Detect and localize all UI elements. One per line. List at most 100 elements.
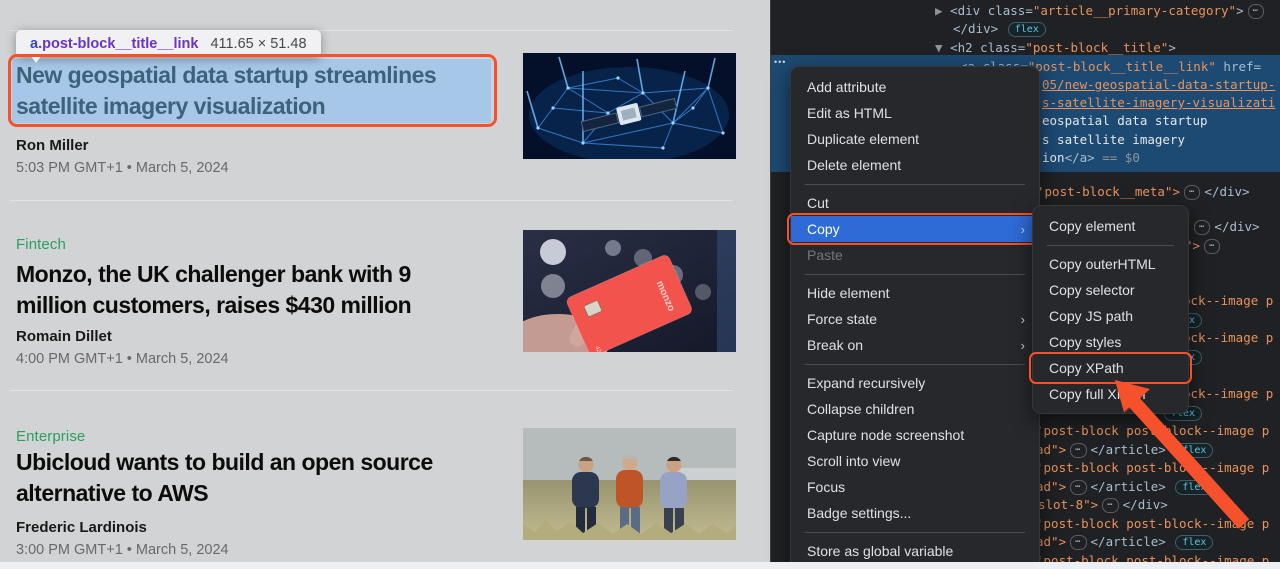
- flex-badge[interactable]: flex: [1007, 22, 1046, 37]
- code-token: ad">: [1036, 479, 1067, 494]
- code-token: eospatial data startup: [1042, 113, 1208, 128]
- submenu-chevron-icon: ›: [1020, 311, 1025, 327]
- submenu-chevron-icon: ›: [1020, 221, 1025, 237]
- context-menu-item-hide-element[interactable]: Hide element: [791, 280, 1039, 306]
- submenu-item-copy-js-path[interactable]: Copy JS path: [1033, 303, 1188, 329]
- code-line[interactable]: </div> flex: [953, 20, 1048, 37]
- code-token: >: [1236, 3, 1244, 18]
- code-line[interactable]: ad"> ⋯ </article> flex: [1036, 441, 1215, 458]
- tooltip-class: .post-block__title__link: [38, 35, 199, 52]
- menu-item-label: Copy selector: [1049, 282, 1135, 298]
- more-attributes-badge[interactable]: ⋯: [1204, 239, 1221, 254]
- menu-item-label: Capture node screenshot: [807, 427, 965, 443]
- context-menu-item-delete-element[interactable]: Delete element: [791, 152, 1039, 178]
- context-menu-item-expand-recursively[interactable]: Expand recursively: [791, 370, 1039, 396]
- code-token: == $0: [1094, 150, 1140, 165]
- code-line[interactable]: 'post-block__meta"> ⋯ </div>: [1037, 183, 1250, 200]
- code-token: 'post-block post-block--image p: [1036, 516, 1270, 531]
- menu-separator: [791, 178, 1039, 190]
- context-menu-item-paste: Paste: [791, 242, 1039, 268]
- menu-separator: [1033, 239, 1188, 251]
- menu-item-label: Paste: [807, 247, 843, 263]
- context-menu-item-collapse-children[interactable]: Collapse children: [791, 396, 1039, 422]
- context-menu-item-break-on[interactable]: Break on ›: [791, 332, 1039, 358]
- menu-separator: [791, 268, 1039, 280]
- context-menu-item-scroll-into-view[interactable]: Scroll into view: [791, 448, 1039, 474]
- more-attributes-badge[interactable]: ⋯: [1247, 4, 1265, 19]
- window-bottom-edge: [0, 562, 1280, 569]
- submenu-item-copy-outerhtml[interactable]: Copy outerHTML: [1033, 251, 1188, 277]
- code-token: </div>: [1122, 497, 1168, 512]
- more-attributes-badge[interactable]: ⋯: [1070, 443, 1087, 458]
- code-token: <h2 class=: [950, 40, 1026, 55]
- context-menu-item-edit-as-html[interactable]: Edit as HTML: [791, 100, 1039, 126]
- more-attributes-badge[interactable]: ⋯: [1184, 185, 1201, 200]
- code-token: s-satellite-imagery-visualizati: [1042, 95, 1276, 110]
- code-token: s satellite imagery: [1042, 132, 1185, 147]
- flex-badge[interactable]: flex: [1175, 535, 1214, 550]
- code-token: ▶: [935, 3, 951, 18]
- code-token: slot-8">: [1038, 497, 1099, 512]
- code-line[interactable]: ▼ <h2 class="post-block__title">: [935, 39, 1176, 56]
- menu-item-label: Cut: [807, 195, 829, 211]
- more-attributes-badge[interactable]: ⋯: [1194, 220, 1211, 235]
- code-line[interactable]: 'post-block post-block--image p: [1036, 459, 1269, 476]
- context-menu-item-copy[interactable]: Copy ›: [787, 213, 1043, 245]
- submenu-item-copy-styles[interactable]: Copy styles: [1033, 329, 1188, 355]
- menu-item-label: Copy: [807, 221, 840, 237]
- submenu-item-copy-full-xpath[interactable]: Copy full XPath: [1033, 381, 1188, 407]
- context-menu-item-focus[interactable]: Focus: [791, 474, 1039, 500]
- menu-item-label: Copy styles: [1049, 334, 1122, 350]
- context-menu-item-cut[interactable]: Cut: [791, 190, 1039, 216]
- menu-item-label: Duplicate element: [807, 131, 920, 147]
- submenu-chevron-icon: ›: [1020, 337, 1025, 353]
- submenu-item-copy-xpath[interactable]: Copy XPath: [1029, 352, 1192, 384]
- code-token: 'post-block__meta">: [1037, 184, 1180, 199]
- flex-badge[interactable]: flex: [1175, 443, 1214, 458]
- code-line[interactable]: ⋯ </div>: [1190, 218, 1260, 235]
- menu-item-label: Edit as HTML: [807, 105, 892, 121]
- code-line[interactable]: ad"> ⋯ </article> flex: [1036, 533, 1215, 550]
- code-token: 'post-block post-block--image p: [1036, 460, 1270, 475]
- tooltip-dimensions: 411.65 × 51.48: [210, 35, 307, 52]
- context-menu-item-store-as-global-variable[interactable]: Store as global variable: [791, 538, 1039, 564]
- code-token: </div>: [1204, 184, 1250, 199]
- code-token: </article>: [1090, 479, 1174, 494]
- code-line[interactable]: slot-8"> ⋯ </div>: [1038, 496, 1168, 513]
- context-menu-item-capture-node-screenshot[interactable]: Capture node screenshot: [791, 422, 1039, 448]
- menu-item-label: Copy full XPath: [1049, 386, 1146, 402]
- code-token: ad">: [1036, 534, 1067, 549]
- context-menu-item-duplicate-element[interactable]: Duplicate element: [791, 126, 1039, 152]
- code-token: <div class=: [950, 3, 1033, 18]
- code-line[interactable]: 'post-block post-block--image p: [1036, 515, 1269, 532]
- more-attributes-badge[interactable]: ⋯: [1070, 480, 1087, 495]
- code-line[interactable]: 05/new-geospatial-data-startup-: [1042, 76, 1275, 93]
- context-menu-item-force-state[interactable]: Force state ›: [791, 306, 1039, 332]
- code-line[interactable]: ad"> ⋯ </article> flex: [1036, 478, 1215, 495]
- code-token: </div>: [953, 21, 1006, 36]
- more-attributes-badge[interactable]: ⋯: [1102, 498, 1119, 513]
- code-token: </a>: [1064, 150, 1095, 165]
- context-menu-item-badge-settings[interactable]: Badge settings...: [791, 500, 1039, 526]
- code-line[interactable]: 'post-block post-block--image p: [1036, 422, 1269, 439]
- more-attributes-badge[interactable]: ⋯: [1070, 535, 1087, 550]
- code-token: 05/new-geospatial-data-startup-: [1042, 77, 1276, 92]
- code-line[interactable]: ion</a> == $0: [1042, 149, 1140, 166]
- code-token: ion: [1042, 150, 1065, 165]
- menu-item-label: Focus: [807, 479, 846, 495]
- code-token: </div>: [1214, 219, 1260, 234]
- submenu-item-copy-selector[interactable]: Copy selector: [1033, 277, 1188, 303]
- code-line[interactable]: "> ⋯: [1185, 237, 1224, 254]
- menu-item-label: Expand recursively: [807, 375, 926, 391]
- menu-item-label: Copy element: [1049, 218, 1136, 234]
- flex-badge[interactable]: flex: [1175, 480, 1214, 495]
- code-line[interactable]: ▶ <div class="article__primary-category"…: [935, 2, 1268, 19]
- submenu-item-copy-element[interactable]: Copy element: [1033, 213, 1188, 239]
- code-line[interactable]: s satellite imagery: [1042, 131, 1185, 148]
- code-line[interactable]: eospatial data startup: [1042, 112, 1208, 129]
- code-line[interactable]: s-satellite-imagery-visualizati: [1042, 94, 1275, 111]
- menu-separator: [791, 526, 1039, 538]
- code-token: ad">: [1036, 442, 1067, 457]
- menu-item-label: Force state: [807, 311, 878, 327]
- context-menu-item-add-attribute[interactable]: Add attribute: [791, 74, 1039, 100]
